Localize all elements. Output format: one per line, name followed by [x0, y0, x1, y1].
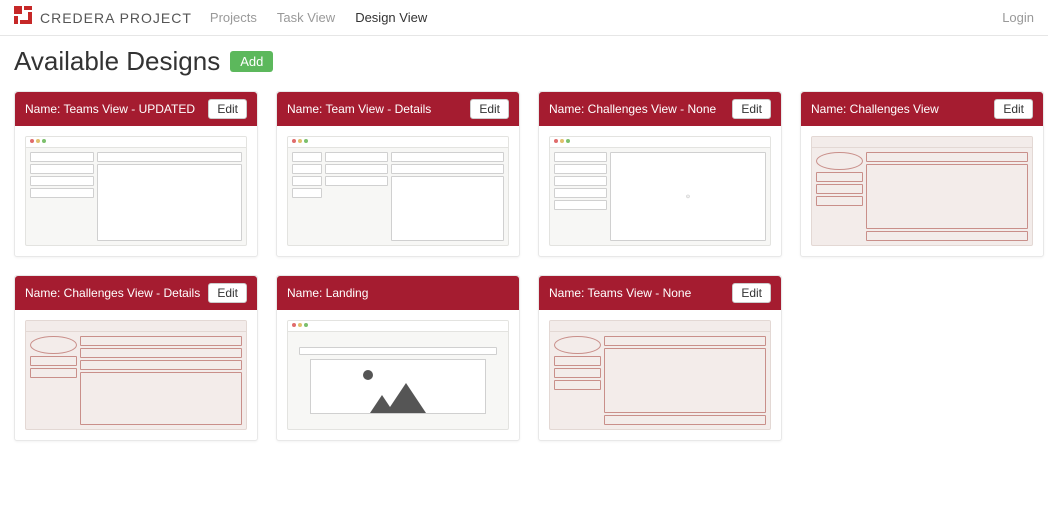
design-card: Name: Team View - Details Edit — [276, 91, 520, 257]
card-header: Name: Challenges View Edit — [801, 92, 1043, 126]
design-card: Name: Challenges View - None Edit ⊙ — [538, 91, 782, 257]
card-body[interactable] — [15, 310, 257, 440]
edit-button[interactable]: Edit — [732, 283, 771, 303]
design-card: Name: Challenges View - Details Edit — [14, 275, 258, 441]
edit-button[interactable]: Edit — [732, 99, 771, 119]
design-grid: Name: Teams View - UPDATED Edit Name: Te… — [14, 91, 1034, 441]
card-header: Name: Challenges View - Details Edit — [15, 276, 257, 310]
nav-left: CREDERA PROJECT Projects Task View Desig… — [14, 6, 427, 29]
card-title: Name: Challenges View — [811, 102, 939, 116]
card-header: Name: Teams View - None Edit — [539, 276, 781, 310]
card-header: Name: Teams View - UPDATED Edit — [15, 92, 257, 126]
brand-text: CREDERA PROJECT — [40, 10, 192, 26]
card-body[interactable] — [277, 310, 519, 440]
design-thumbnail — [287, 136, 509, 246]
card-body[interactable]: ⊙ — [539, 126, 781, 256]
page-title: Available Designs — [14, 46, 220, 77]
card-title: Name: Teams View - None — [549, 286, 691, 300]
design-thumbnail: ⊙ — [549, 136, 771, 246]
card-body[interactable] — [15, 126, 257, 256]
design-thumbnail — [25, 136, 247, 246]
page-header: Available Designs Add — [14, 46, 1034, 77]
edit-button[interactable]: Edit — [208, 99, 247, 119]
card-header: Name: Landing — [277, 276, 519, 310]
edit-button[interactable]: Edit — [994, 99, 1033, 119]
edit-button[interactable]: Edit — [470, 99, 509, 119]
navbar: CREDERA PROJECT Projects Task View Desig… — [0, 0, 1048, 36]
design-thumbnail — [25, 320, 247, 430]
page: Available Designs Add Name: Teams View -… — [0, 36, 1048, 451]
card-body[interactable] — [801, 126, 1043, 256]
card-title: Name: Team View - Details — [287, 102, 431, 116]
design-thumbnail — [549, 320, 771, 430]
design-card: Name: Challenges View Edit — [800, 91, 1044, 257]
design-card: Name: Landing — [276, 275, 520, 441]
card-header: Name: Team View - Details Edit — [277, 92, 519, 126]
brand-logo-icon — [14, 6, 34, 29]
card-body[interactable] — [539, 310, 781, 440]
design-card: Name: Teams View - None Edit — [538, 275, 782, 441]
design-card: Name: Teams View - UPDATED Edit — [14, 91, 258, 257]
edit-button[interactable]: Edit — [208, 283, 247, 303]
nav-links: Projects Task View Design View — [210, 10, 427, 25]
card-title: Name: Landing — [287, 286, 368, 300]
brand[interactable]: CREDERA PROJECT — [14, 6, 192, 29]
nav-link-task-view[interactable]: Task View — [277, 10, 335, 25]
card-title: Name: Challenges View - None — [549, 102, 716, 116]
card-body[interactable] — [277, 126, 519, 256]
design-thumbnail — [287, 320, 509, 430]
card-header: Name: Challenges View - None Edit — [539, 92, 781, 126]
nav-link-design-view[interactable]: Design View — [355, 10, 427, 25]
login-link[interactable]: Login — [1002, 10, 1034, 25]
card-title: Name: Challenges View - Details — [25, 286, 200, 300]
design-thumbnail — [811, 136, 1033, 246]
card-title: Name: Teams View - UPDATED — [25, 102, 195, 116]
nav-link-projects[interactable]: Projects — [210, 10, 257, 25]
add-button[interactable]: Add — [230, 51, 273, 72]
